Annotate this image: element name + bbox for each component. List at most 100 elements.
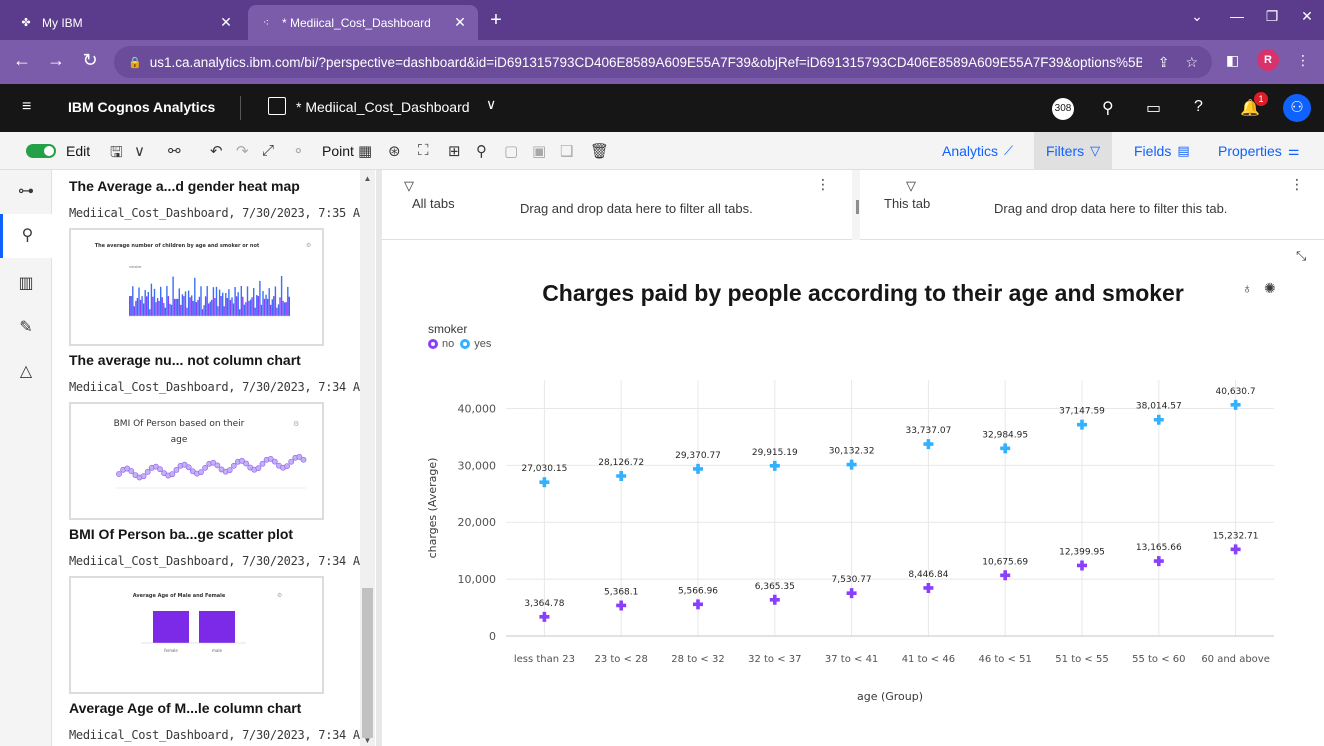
help-icon[interactable]: ? — [1194, 98, 1203, 116]
thumb-bar — [146, 296, 148, 316]
chat-icon[interactable]: ▭ — [1146, 98, 1161, 118]
thumb-bar — [218, 289, 221, 316]
thumb-title: Average Age of Male and Female — [133, 593, 226, 599]
hierarchy-icon[interactable]: ⊶ — [0, 170, 52, 214]
kebab-menu-icon[interactable]: ⋮ — [1296, 52, 1310, 69]
thumb-bar — [226, 297, 228, 316]
back-icon[interactable]: ← — [10, 50, 34, 71]
pan-icon[interactable]: ⚬ — [292, 142, 305, 160]
scroll-down-icon[interactable]: ▼ — [360, 736, 375, 745]
new-tab-button[interactable]: + — [484, 8, 508, 32]
chevron-down-icon[interactable]: ⌄ — [1182, 8, 1212, 25]
filter-zone-this-tab[interactable]: ▽ This tab Drag and drop data here to fi… — [860, 170, 1324, 240]
table-icon[interactable]: ⊞ — [448, 142, 461, 160]
edit-toggle[interactable] — [26, 144, 56, 158]
thumb-bar — [195, 302, 197, 316]
x-tick-label: 46 to < 51 — [978, 654, 1031, 665]
tab-title: * Mediical_Cost_Dashboard — [282, 15, 431, 30]
close-window-icon[interactable]: ✕ — [1292, 8, 1322, 25]
card-title[interactable]: Average Age of M...le column chart — [69, 700, 301, 716]
thumb-bar — [180, 304, 182, 316]
expand-icon[interactable]: ⤢ — [262, 142, 274, 159]
thumb-point — [259, 460, 266, 467]
card-title[interactable]: The average nu... not column chart — [69, 352, 301, 368]
restore-icon[interactable]: ❐ — [1257, 8, 1287, 25]
data-point-no — [846, 588, 857, 599]
focus-icon[interactable]: ⛶ — [418, 142, 429, 159]
scroll-up-icon[interactable]: ▲ — [360, 174, 375, 183]
filter-splitter-handle[interactable] — [856, 200, 859, 214]
data-label-no: 7,530.77 — [832, 575, 872, 585]
x-tick-label: 55 to < 60 — [1132, 654, 1185, 665]
paste-icon[interactable]: ▣ — [532, 142, 546, 160]
redo-icon[interactable]: ↷ — [236, 142, 249, 160]
kebab-menu-icon[interactable]: ⋮ — [1290, 176, 1304, 193]
reload-icon[interactable]: ↻ — [78, 50, 102, 71]
thumb-point — [128, 468, 135, 474]
data-label-yes: 40,630.7 — [1216, 387, 1256, 397]
card-title[interactable]: BMI Of Person ba...ge scatter plot — [69, 526, 293, 542]
thumb-bar — [135, 300, 137, 316]
thumb-bar — [156, 298, 159, 316]
kebab-menu-icon[interactable]: ⋮ — [816, 176, 830, 193]
card-thumbnail[interactable]: Average Age of Male and Female ⚙ female … — [69, 576, 324, 694]
sliders-icon: ⚌ — [1287, 142, 1300, 158]
save-icon[interactable]: 🖫 — [110, 142, 123, 167]
url-field[interactable]: 🔒 us1.ca.analytics.ibm.com/bi/?perspecti… — [114, 46, 1212, 78]
forward-icon[interactable]: → — [44, 50, 68, 71]
share-icon[interactable]: ⚯ — [168, 142, 181, 160]
sidepanel-icon[interactable]: ◧ — [1226, 52, 1239, 69]
thumb-bar — [147, 292, 149, 316]
undo-icon[interactable]: ↶ — [210, 142, 223, 160]
filters-button[interactable]: Filters ▽ — [1034, 132, 1113, 169]
thumb-point — [202, 464, 208, 471]
star-icon[interactable]: ☆ — [1185, 54, 1198, 71]
card-thumbnail[interactable]: The average number of children by age an… — [69, 228, 324, 346]
chevron-down-icon[interactable]: ∨ — [486, 96, 496, 113]
fields-button[interactable]: Fields ▤ — [1122, 132, 1202, 169]
hamburger-menu-icon[interactable]: ≡ — [22, 98, 31, 116]
collapse-icon[interactable]: ⤡ — [1296, 248, 1306, 264]
card-title[interactable]: The Average a...d gender heat map — [69, 178, 300, 194]
bar-chart-icon[interactable]: ▥ — [0, 262, 52, 306]
panel-scrollbar-thumb[interactable] — [362, 588, 373, 738]
palette-icon[interactable]: ⊛ — [388, 142, 401, 160]
pin-icon[interactable]: ⚲ — [0, 214, 52, 258]
close-tab-icon[interactable]: ✕ — [452, 14, 468, 31]
card-thumbnail[interactable]: BMI Of Person based on their age ⚙ — [69, 402, 324, 520]
notification-count-badge[interactable]: 308 — [1052, 98, 1074, 120]
thumb-bar — [280, 276, 283, 316]
delete-icon[interactable]: 🗑 — [590, 142, 609, 160]
chevron-down-icon[interactable]: ∨ — [134, 142, 145, 160]
pin-icon[interactable]: ⚲ — [476, 142, 487, 160]
thumb-cat-female: female — [164, 648, 178, 653]
widgets-icon[interactable]: ✎ — [0, 306, 52, 350]
lightbulb-icon[interactable]: ♁ — [1242, 280, 1253, 296]
share-icon[interactable]: ⇪ — [1158, 54, 1170, 71]
settings-icon[interactable]: ✺ — [1264, 280, 1276, 297]
legend-item-yes[interactable]: yes — [460, 338, 491, 350]
profile-avatar[interactable]: R — [1257, 49, 1279, 71]
thumb-bar — [266, 298, 269, 316]
browser-tab-my-ibm[interactable]: ✤ My IBM ✕ — [8, 5, 244, 40]
chart-type-icon[interactable]: ▦ — [358, 142, 372, 160]
user-icon[interactable]: ⚇ — [1283, 94, 1311, 122]
browser-tab-dashboard[interactable]: ⁖ * Mediical_Cost_Dashboard ✕ — [248, 5, 478, 40]
filter-zone-all-tabs[interactable]: ▽ All tabs Drag and drop data here to fi… — [382, 170, 852, 240]
legend-item-no[interactable]: no — [428, 338, 454, 350]
search-icon[interactable]: ⚲ — [1102, 98, 1114, 118]
point-label[interactable]: Point — [322, 143, 354, 159]
analytics-button[interactable]: Analytics ⟋ — [930, 132, 1025, 169]
close-tab-icon[interactable]: ✕ — [218, 14, 234, 31]
dashboard-title[interactable]: * Mediical_Cost_Dashboard — [296, 99, 470, 115]
properties-button[interactable]: Properties ⚌ — [1206, 132, 1311, 169]
copy-icon[interactable]: ▢ — [504, 142, 518, 160]
filter-zone-hint: Drag and drop data here to filter this t… — [994, 201, 1228, 216]
thumb-bar — [130, 296, 132, 316]
minimize-icon[interactable]: — — [1222, 8, 1252, 24]
duplicate-icon[interactable]: ❑ — [560, 142, 573, 160]
legend-label: no — [442, 338, 455, 350]
thumb-point — [144, 469, 151, 475]
thumb-point — [185, 464, 192, 471]
shapes-icon[interactable]: △ — [0, 350, 52, 394]
